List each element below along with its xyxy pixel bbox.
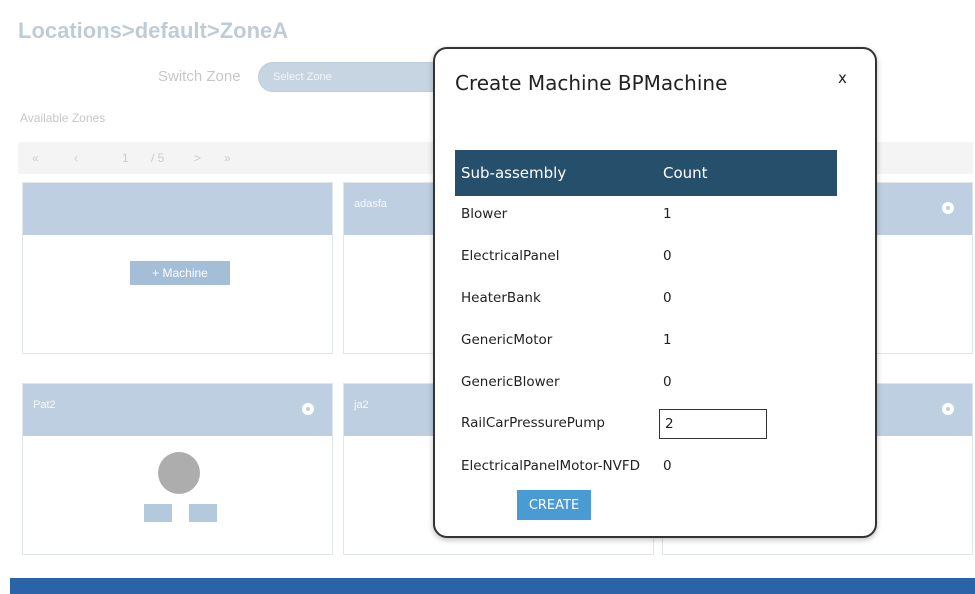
subassembly-count: 0 bbox=[663, 374, 672, 390]
count-input[interactable] bbox=[659, 409, 767, 439]
table-header: Sub-assembly Count bbox=[455, 150, 837, 196]
add-machine-button[interactable]: + Machine bbox=[130, 261, 230, 285]
delete-icon[interactable] bbox=[189, 504, 217, 522]
table-row: HeaterBank 0 bbox=[455, 284, 837, 314]
footer-bar bbox=[10, 578, 975, 594]
machine-icon[interactable] bbox=[158, 452, 200, 494]
subassembly-name: RailCarPressurePump bbox=[461, 415, 605, 431]
zone-card: + Machine bbox=[22, 182, 333, 354]
prev-page-button[interactable]: ‹ bbox=[74, 151, 78, 165]
subassembly-count: 0 bbox=[663, 248, 672, 264]
subassembly-count: 1 bbox=[663, 332, 672, 348]
gear-icon[interactable] bbox=[302, 403, 314, 415]
subassembly-count: 1 bbox=[663, 206, 672, 222]
create-button[interactable]: CREATE bbox=[517, 490, 591, 520]
gear-icon[interactable] bbox=[942, 403, 954, 415]
available-zones-label: Available Zones bbox=[20, 111, 106, 125]
column-header-count: Count bbox=[663, 164, 708, 182]
card-header: Pat2 bbox=[23, 384, 332, 436]
breadcrumb[interactable]: Locations>default>ZoneA bbox=[18, 18, 288, 44]
switch-zone-label: Switch Zone bbox=[158, 68, 241, 85]
subassembly-name: GenericMotor bbox=[461, 332, 553, 348]
table-row: ElectricalPanelMotor-NVFD 0 bbox=[455, 452, 837, 482]
subassembly-name: GenericBlower bbox=[461, 374, 560, 390]
total-pages: / 5 bbox=[151, 151, 165, 165]
subassembly-name: Blower bbox=[461, 206, 508, 222]
zone-card: Pat2 bbox=[22, 383, 333, 555]
subassembly-name: ElectricalPanel bbox=[461, 248, 560, 264]
table-row: Blower 1 bbox=[455, 200, 837, 230]
table-row: GenericMotor 1 bbox=[455, 326, 837, 356]
subassembly-name: HeaterBank bbox=[461, 290, 541, 306]
next-page-button[interactable]: > bbox=[194, 151, 201, 165]
subassembly-name: ElectricalPanelMotor-NVFD bbox=[461, 458, 640, 474]
dialog-title: Create Machine BPMachine bbox=[455, 71, 728, 95]
create-machine-dialog: Create Machine BPMachine x Sub-assembly … bbox=[433, 47, 877, 538]
zone-select[interactable]: Select Zone bbox=[258, 62, 458, 92]
table-row: ElectricalPanel 0 bbox=[455, 242, 837, 272]
card-header bbox=[23, 183, 332, 235]
column-header-subassembly: Sub-assembly bbox=[461, 164, 567, 182]
close-button[interactable]: x bbox=[838, 69, 847, 87]
table-row: RailCarPressurePump bbox=[455, 409, 837, 439]
table-row: GenericBlower 0 bbox=[455, 368, 837, 398]
current-page[interactable]: 1 bbox=[122, 151, 129, 165]
last-page-button[interactable]: » bbox=[224, 151, 231, 165]
first-page-button[interactable]: « bbox=[32, 151, 39, 165]
edit-icon[interactable] bbox=[144, 504, 172, 522]
gear-icon[interactable] bbox=[942, 202, 954, 214]
subassembly-count: 0 bbox=[663, 458, 672, 474]
subassembly-count: 0 bbox=[663, 290, 672, 306]
